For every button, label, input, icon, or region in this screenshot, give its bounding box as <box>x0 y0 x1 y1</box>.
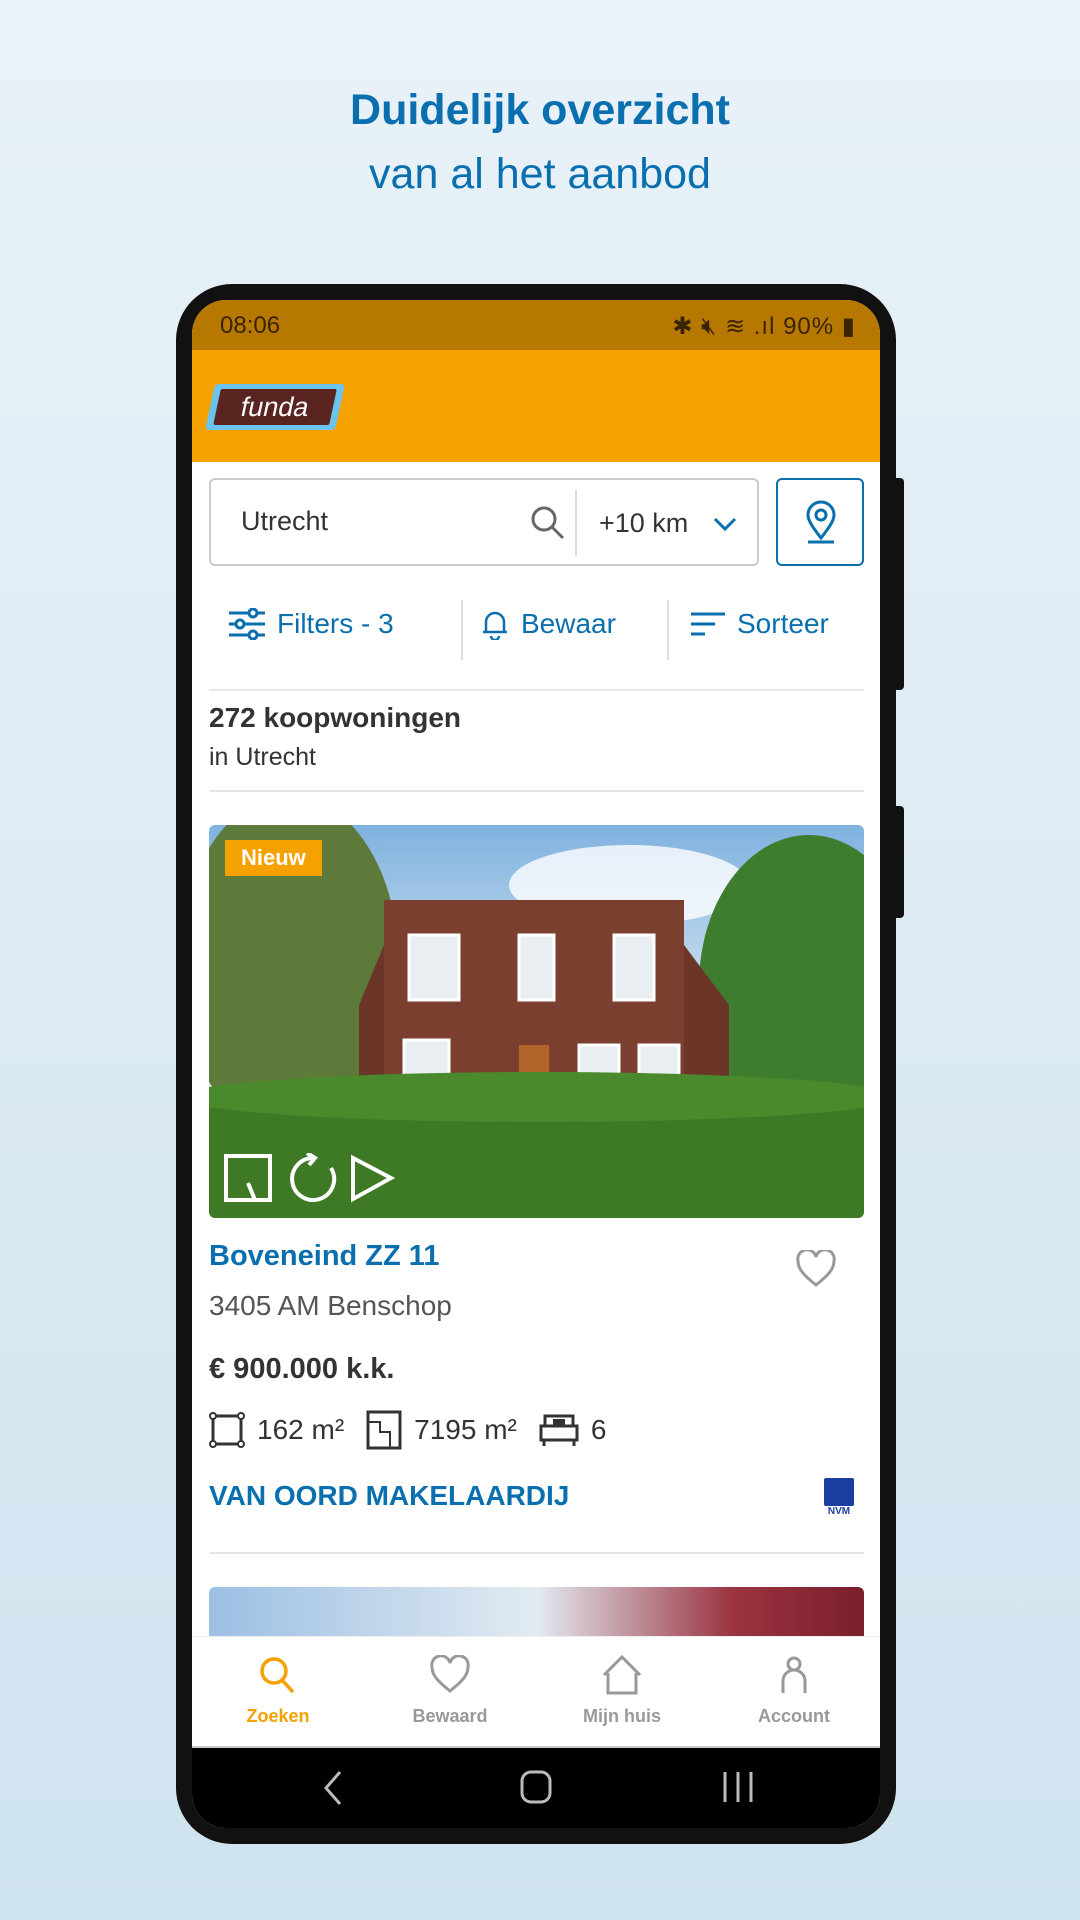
user-icon <box>781 1656 807 1693</box>
divider <box>209 790 864 792</box>
search-icon[interactable] <box>529 504 567 542</box>
listing-price: € 900.000 k.k. <box>209 1353 395 1385</box>
listing-title[interactable]: Boveneind ZZ 11 <box>209 1240 439 1273</box>
listing-address: 3405 AM Benschop <box>209 1290 452 1321</box>
nvm-logo: NVM <box>824 1478 854 1517</box>
divider <box>461 600 463 660</box>
sort-icon <box>691 612 725 636</box>
result-count: 272 koopwoningen <box>209 702 462 733</box>
radius-select[interactable]: +10 km <box>599 508 688 539</box>
home-button-icon[interactable] <box>520 1770 552 1804</box>
divider <box>667 600 669 660</box>
status-time: 08:06 <box>220 312 281 339</box>
nav-search[interactable]: Zoeken <box>192 1637 364 1749</box>
divider <box>575 490 577 556</box>
nav-my-home[interactable]: Mijn huis <box>536 1637 708 1749</box>
media-icons <box>224 1153 396 1203</box>
side-button <box>894 478 904 690</box>
listing-features: 162 m² 7195 m² 6 <box>209 1410 606 1450</box>
new-badge: Nieuw <box>225 840 322 876</box>
status-icons: ✱ 🔇︎ ≋ .ıl <box>672 313 784 340</box>
bell-icon <box>483 611 507 640</box>
back-icon[interactable] <box>322 1770 346 1806</box>
agent-name[interactable]: VAN OORD MAKELAARDIJ <box>209 1480 569 1512</box>
bottom-nav: Zoeken Bewaard Mijn huis Account <box>192 1636 880 1748</box>
living-area-icon <box>209 1412 245 1448</box>
heart-icon <box>430 1654 470 1693</box>
promo-subtitle: van al het aanbod <box>369 150 711 198</box>
sort-button[interactable]: Sorteer <box>691 608 829 640</box>
battery-level: 90% <box>783 313 835 340</box>
bedroom-icon <box>539 1414 579 1446</box>
save-search-button[interactable]: Bewaar <box>481 608 616 640</box>
app-header: funda <box>192 350 880 462</box>
action-bar: Filters - 3 Bewaar Sorteer <box>209 600 864 660</box>
filters-button[interactable]: Filters - 3 <box>229 608 394 640</box>
search-icon <box>260 1657 295 1694</box>
sliders-icon <box>229 608 265 640</box>
divider <box>209 689 864 691</box>
funda-logo[interactable]: funda <box>205 384 345 430</box>
search-input[interactable]: Utrecht <box>241 506 328 537</box>
search-box[interactable]: Utrecht +10 km <box>209 478 759 566</box>
divider <box>209 1552 864 1554</box>
home-icon <box>602 1654 642 1695</box>
system-nav-bar <box>192 1748 880 1828</box>
result-location: in Utrecht <box>209 743 316 771</box>
battery-icon: ▮ <box>834 313 856 340</box>
chevron-down-icon[interactable] <box>711 510 739 538</box>
floorplan-icon <box>224 1154 272 1202</box>
recent-apps-icon[interactable] <box>722 1770 754 1804</box>
play-icon <box>351 1154 396 1203</box>
location-pin-icon <box>806 500 836 544</box>
map-button[interactable] <box>776 478 864 566</box>
plot-area-icon <box>366 1410 402 1450</box>
status-bar: 08:06 ✱ 🔇︎ ≋ .ıl 90% ▮ <box>192 300 880 350</box>
heart-icon[interactable] <box>796 1250 836 1288</box>
listing-photo[interactable]: Nieuw <box>209 825 864 1218</box>
nav-saved[interactable]: Bewaard <box>364 1637 536 1749</box>
promo-title: Duidelijk overzicht <box>350 86 730 134</box>
side-button <box>894 806 904 918</box>
360-view-icon <box>290 1153 337 1202</box>
nav-account[interactable]: Account <box>708 1637 880 1749</box>
app-screen: 08:06 ✱ 🔇︎ ≋ .ıl 90% ▮ funda Utrecht +10… <box>192 300 880 1828</box>
